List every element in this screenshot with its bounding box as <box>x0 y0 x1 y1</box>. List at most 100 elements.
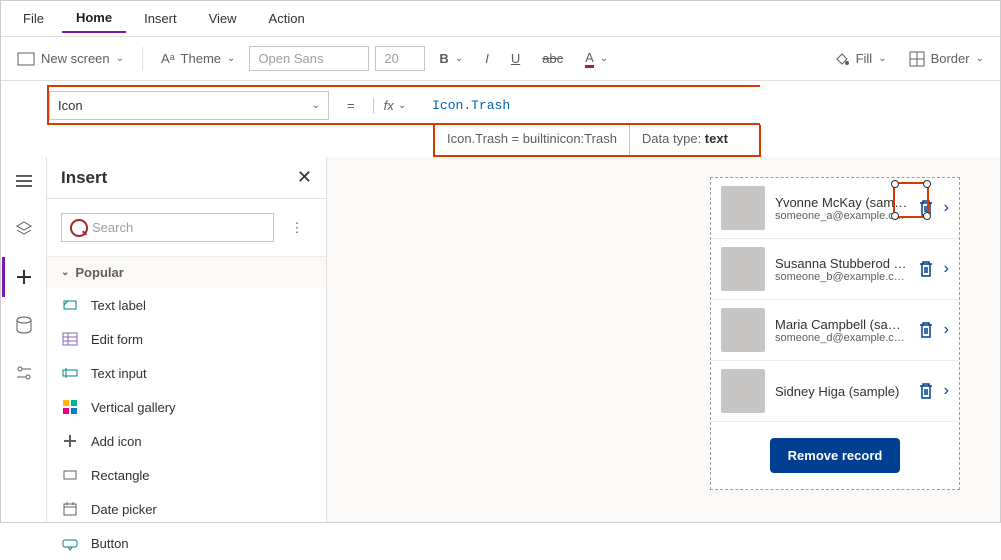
bold-button[interactable]: B⌄ <box>431 47 471 70</box>
insert-item-label: Rectangle <box>91 468 150 483</box>
trash-icon[interactable] <box>918 260 934 278</box>
left-rail <box>1 157 47 522</box>
insert-panel: Insert ✕ Search ⋮ ⌄ Popular Text label Edi… <box>47 157 327 522</box>
chevron-down-icon: ⌄ <box>878 53 886 64</box>
rail-tree-view[interactable] <box>4 161 44 201</box>
contact-email: someone_d@example.com <box>775 332 908 344</box>
text-label-icon <box>61 296 79 314</box>
avatar <box>721 247 765 291</box>
menu-view[interactable]: View <box>195 5 251 32</box>
insert-item-label: Add icon <box>91 434 142 449</box>
contact-name: Susanna Stubberod (sample) <box>775 256 908 271</box>
rail-tools[interactable] <box>4 353 44 393</box>
insert-item-label: Edit form <box>91 332 143 347</box>
chevron-down-icon: ⌄ <box>976 53 984 64</box>
avatar <box>721 308 765 352</box>
remove-record-button[interactable]: Remove record <box>770 438 901 473</box>
chevron-right-icon[interactable]: › <box>944 321 949 339</box>
main-area: Insert ✕ Search ⋮ ⌄ Popular Text label Edi… <box>1 157 1000 522</box>
category-label: Popular <box>75 265 123 280</box>
theme-button[interactable]: Aᵃ Theme ⌄ <box>153 47 243 70</box>
equals-label: = <box>337 98 365 113</box>
font-color-button[interactable]: A⌄ <box>577 46 616 72</box>
rail-insert[interactable] <box>2 257 42 297</box>
vertical-gallery[interactable]: Yvonne McKay (sample)someone_a@example.c… <box>710 177 960 490</box>
insert-item-button[interactable]: Button <box>47 526 326 560</box>
italic-button[interactable]: I <box>477 47 497 70</box>
rail-data[interactable] <box>4 305 44 345</box>
search-input[interactable]: Search <box>61 213 274 242</box>
design-canvas[interactable]: Yvonne McKay (sample)someone_a@example.c… <box>327 157 1000 522</box>
fill-label: Fill <box>856 51 873 66</box>
fx-button[interactable]: fx⌄ <box>373 98 417 113</box>
chevron-right-icon[interactable]: › <box>944 260 949 278</box>
separator <box>142 47 143 71</box>
font-value: Open Sans <box>258 51 323 66</box>
insert-item-text-input[interactable]: Text input <box>47 356 326 390</box>
text-input-icon <box>61 364 79 382</box>
insert-panel-title: Insert <box>61 168 107 188</box>
chevron-down-icon: ⌄ <box>116 53 124 64</box>
fill-button[interactable]: Fill ⌄ <box>826 47 895 71</box>
chevron-down-icon: ⌄ <box>455 53 463 64</box>
contact-email: someone_a@example.com <box>775 210 908 222</box>
contact-email: someone_b@example.com <box>775 271 908 283</box>
new-screen-button[interactable]: New screen ⌄ <box>9 47 132 70</box>
formula-bar: Icon ⌄ = fx⌄ Icon.Trash <box>47 85 760 125</box>
insert-item-edit-form[interactable]: Edit form <box>47 322 326 356</box>
gallery-row[interactable]: Susanna Stubberod (sample)someone_b@exam… <box>711 239 959 300</box>
insert-item-text-label[interactable]: Text label <box>47 288 326 322</box>
menu-insert[interactable]: Insert <box>130 5 191 32</box>
close-icon[interactable]: ✕ <box>297 167 312 188</box>
gallery-row[interactable]: Sidney Higa (sample) › <box>711 361 959 422</box>
border-button[interactable]: Border⌄ <box>901 47 992 71</box>
screen-icon <box>17 52 35 66</box>
size-select[interactable]: 20 <box>375 46 425 71</box>
property-select[interactable]: Icon ⌄ <box>49 91 329 120</box>
gallery-row[interactable]: Maria Campbell (sample)someone_d@example… <box>711 300 959 361</box>
strike-button[interactable]: abc <box>534 47 571 70</box>
chevron-down-icon: ⌄ <box>398 100 406 111</box>
property-value: Icon <box>58 98 83 113</box>
chevron-right-icon[interactable]: › <box>944 382 949 400</box>
chevron-down-icon: ⌄ <box>600 53 608 64</box>
edit-form-icon <box>61 330 79 348</box>
menu-bar: File Home Insert View Action <box>1 1 1000 37</box>
chevron-down-icon: ⌄ <box>227 53 235 64</box>
intellisense-bar: Icon.Trash = builtinicon:Trash Data type… <box>433 125 761 157</box>
insert-item-label: Date picker <box>91 502 157 517</box>
contact-name: Sidney Higa (sample) <box>775 384 908 399</box>
size-value: 20 <box>384 51 398 66</box>
menu-file[interactable]: File <box>9 5 58 32</box>
intellisense-type: Data type: text <box>630 125 740 155</box>
insert-item-date-picker[interactable]: Date picker <box>47 492 326 526</box>
insert-item-label: Text label <box>91 298 146 313</box>
button-icon <box>61 534 79 552</box>
selection-highlight <box>893 182 929 218</box>
intellisense-eval: Icon.Trash = builtinicon:Trash <box>435 125 630 155</box>
menu-home[interactable]: Home <box>62 4 126 33</box>
chevron-down-icon: ⌄ <box>61 267 69 278</box>
gallery-row[interactable]: Yvonne McKay (sample)someone_a@example.c… <box>711 178 959 239</box>
more-options-button[interactable]: ⋮ <box>282 220 312 236</box>
add-icon-icon <box>61 432 79 450</box>
contact-name: Maria Campbell (sample) <box>775 317 908 332</box>
font-select[interactable]: Open Sans <box>249 46 369 71</box>
contact-name: Yvonne McKay (sample) <box>775 195 908 210</box>
insert-item-vertical-gallery[interactable]: Vertical gallery <box>47 390 326 424</box>
paint-bucket-icon <box>834 51 850 67</box>
underline-button[interactable]: U <box>503 47 528 70</box>
theme-icon: Aᵃ <box>161 51 175 66</box>
insert-item-label: Button <box>91 536 129 551</box>
insert-item-rectangle[interactable]: Rectangle <box>47 458 326 492</box>
category-popular[interactable]: ⌄ Popular <box>47 256 326 288</box>
formula-input[interactable]: Icon.Trash <box>424 92 752 119</box>
rail-layers[interactable] <box>4 209 44 249</box>
trash-icon[interactable] <box>918 382 934 400</box>
trash-icon[interactable] <box>918 321 934 339</box>
menu-action[interactable]: Action <box>255 5 319 32</box>
avatar <box>721 186 765 230</box>
insert-item-add-icon[interactable]: Add icon <box>47 424 326 458</box>
vertical-gallery-icon <box>61 398 79 416</box>
chevron-right-icon[interactable]: › <box>944 199 949 217</box>
